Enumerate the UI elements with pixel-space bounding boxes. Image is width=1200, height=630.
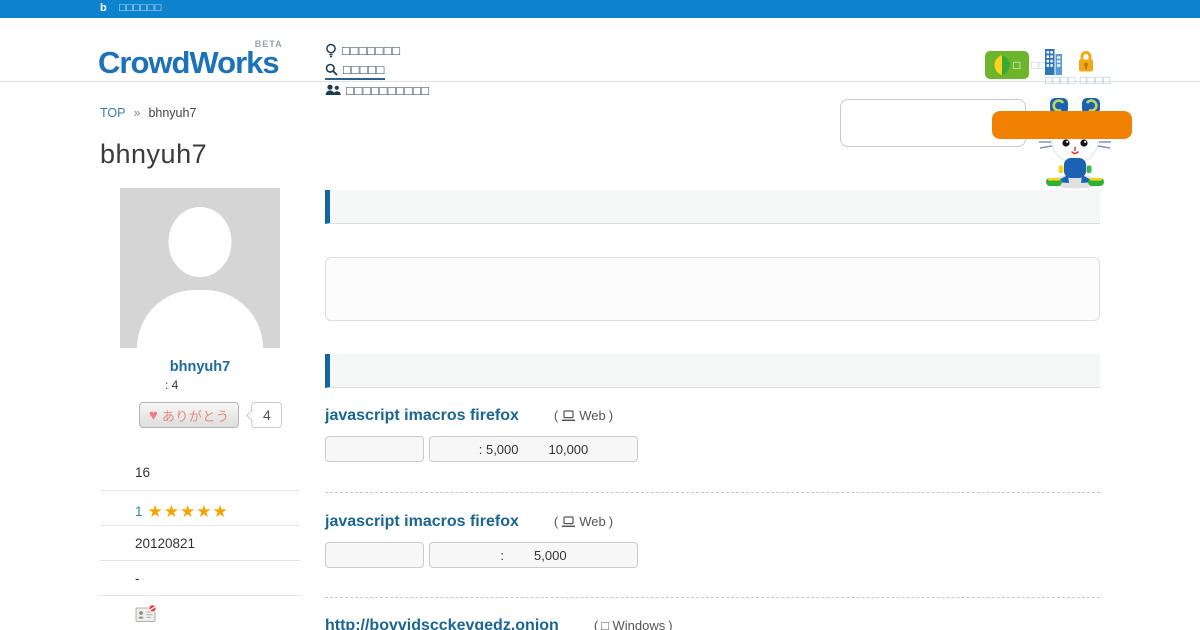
paren-open: ( [593,618,599,630]
job-platform: ( Web ) [554,408,613,423]
beginner-badge[interactable]: □ [985,51,1029,79]
paren-close: ) [608,514,614,529]
beta-badge: BETA [254,39,283,49]
cta-button[interactable] [992,111,1132,139]
main-nav: □□□□□□□ □□□□□ □□□□□□□□□□ [325,40,430,100]
job-category-pill [325,436,424,462]
paren-open: ( [553,514,559,529]
star-rating: ★★★★★ [147,502,229,521]
avatar-torso-shape [137,290,263,348]
job-separator [325,492,1100,493]
job-title-link[interactable]: http://bovvidscckevgedz.onion [325,617,559,630]
nav-post-job-label: □□□□□□□ [342,42,401,58]
lightbulb-icon [326,43,336,57]
page: b □□□□□□ CrowdWorks BETA □□□□□□□ □□□□□ □□… [0,0,1200,630]
site-header: CrowdWorks BETA □□□□□□□ □□□□□ □□□□□□□□□□ … [0,18,1200,98]
breadcrumb: TOP » bhnyuh7 [100,106,196,120]
job-budget-pill: : 5,000 10,000 [429,436,638,462]
nav-find-job-label: □□□□□ [343,61,385,77]
stat-id-verification [100,595,300,630]
nav-find-member-label: □□□□□□□□□□ [346,82,430,98]
crowdworks-logo[interactable]: CrowdWorks BETA [98,39,282,81]
section-header-profile [325,190,1100,224]
platform-label: Windows [612,618,666,630]
stat-reviews: 1 ★★★★★ [100,490,300,525]
job-listing: javascript imacros firefox ( Web ) : 5,0… [325,513,1100,568]
logo-text: CrowdWorks [98,45,280,80]
topbar-logo-mark: b [100,2,107,14]
wakaba-icon [994,55,1010,75]
budget-value: 10,000 [548,441,589,457]
budget-value: 5,000 [534,547,567,563]
paren-open: ( [553,408,559,423]
breadcrumb-current: bhnyuh7 [148,106,197,120]
beginner-badge-label: □ [1013,58,1021,72]
nav-find-member[interactable]: □□□□□□□□□□ [325,80,430,100]
job-title-link[interactable]: javascript imacros firefox [325,513,519,531]
paren-close: ) [668,618,673,630]
section-header-jobs [325,354,1100,388]
stat-member-since: 20120821 [100,525,300,560]
budget-label: : [500,547,505,563]
page-title: bhnyuh7 [100,139,208,169]
platform-label: Web [579,514,606,529]
windows-icon: □ [601,618,610,630]
nav-post-job[interactable]: □□□□□□□ [325,40,400,60]
budget-label: : 5,000 [478,441,519,457]
lock-icon [1079,51,1093,72]
profile-stats: 16 1 ★★★★★ 20120821 - [100,455,300,630]
username-link[interactable]: bhnyuh7 [120,359,280,375]
user-meta: : 4 [165,378,179,392]
job-listing: http://bovvidscckevgedz.onion ( □ Window… [325,617,1100,630]
job-listing: javascript imacros firefox ( Web ) : 5,0… [325,407,1100,462]
nav-find-job[interactable]: □□□□□ [325,60,385,80]
platform-label: Web [579,408,606,423]
heart-icon: ♥ [149,406,158,424]
reviews-count: 1 [135,504,143,519]
topbar-label[interactable]: □□□□□□ [119,2,162,14]
building-icon [1045,49,1062,75]
job-title-link[interactable]: javascript imacros firefox [325,407,519,425]
avatar [120,188,280,348]
top-bar: b □□□□□□ [0,0,1200,18]
laptop-icon [562,515,576,527]
search-icon [325,63,338,76]
job-platform: ( Web ) [554,514,613,529]
breadcrumb-separator: » [133,106,141,120]
people-icon [325,84,341,95]
job-budget-pill: : 5,000 [429,542,638,568]
about-box [325,257,1100,321]
avatar-head-shape [168,207,232,277]
job-platform: ( □ Windows ) [594,618,673,630]
stat-jobs-count: 16 [135,465,151,480]
paren-close: ) [608,408,614,423]
laptop-icon [562,409,576,421]
thanks-label: ありがとう [161,408,230,424]
job-category-pill [325,542,424,568]
breadcrumb-top-link[interactable]: TOP [100,106,125,120]
account-links[interactable]: □□□□ □□□□ [1045,73,1111,87]
job-separator [325,597,1100,598]
stat-last-login: - [100,560,300,595]
id-card-unverified-icon [135,604,157,622]
thanks-button[interactable]: ♥ ありがとう [139,402,240,428]
thanks-row: ♥ ありがとう 4 [139,402,283,428]
